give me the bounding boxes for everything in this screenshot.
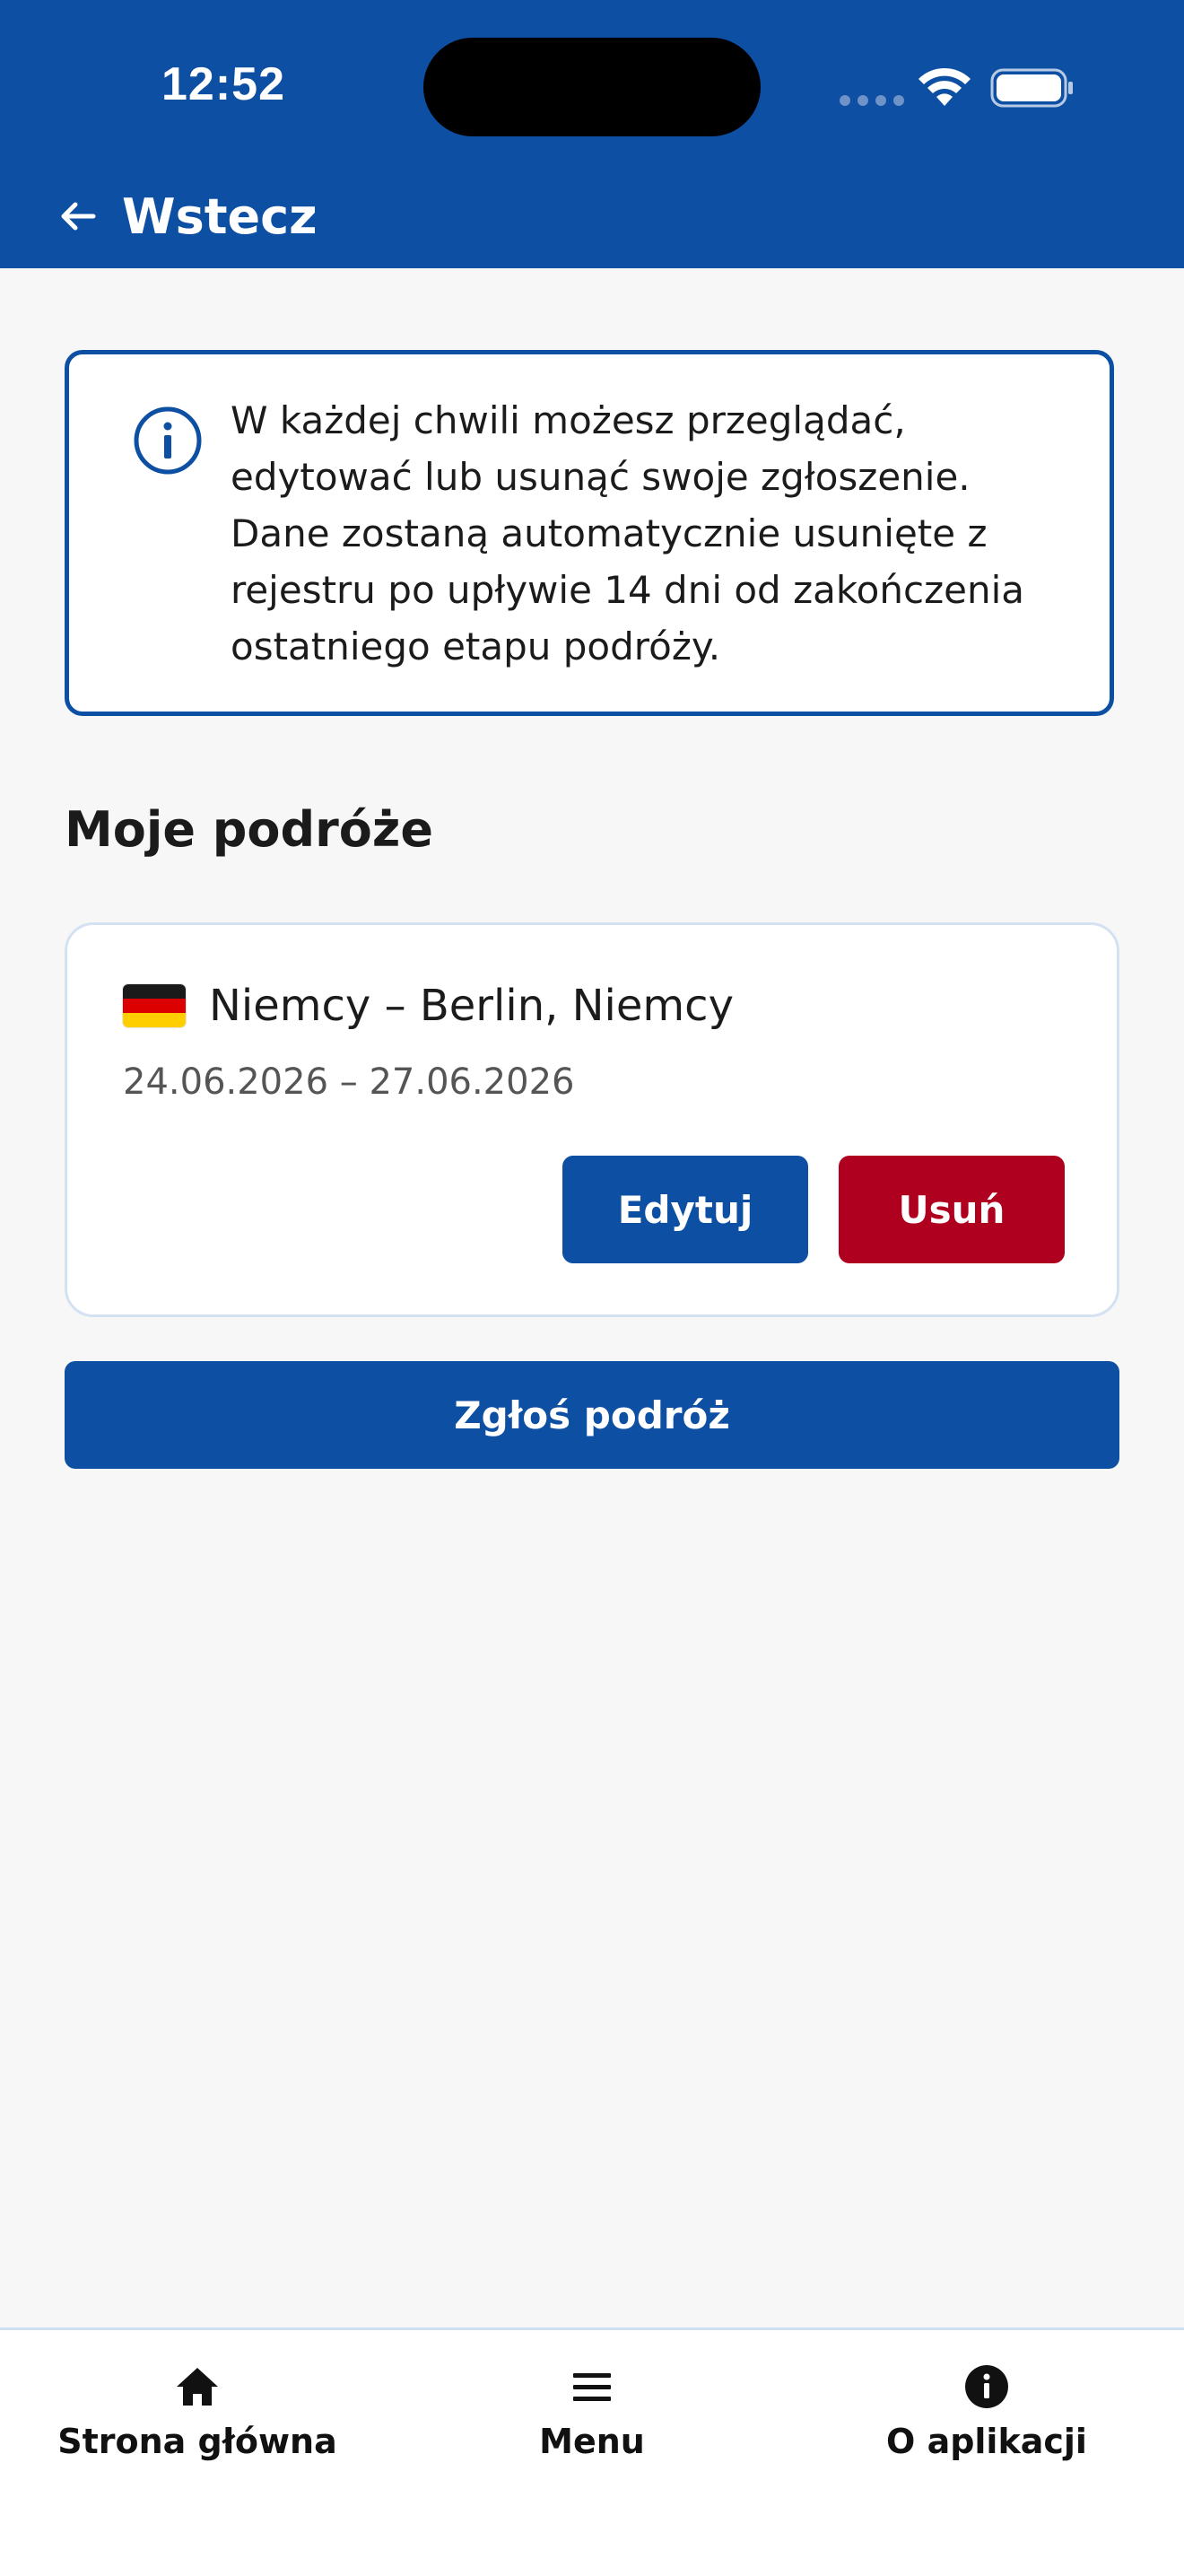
dynamic-island bbox=[423, 38, 761, 136]
nav-item-home[interactable]: Strona główna bbox=[0, 2362, 395, 2461]
nav-label-menu: Menu bbox=[539, 2422, 645, 2461]
delete-trip-button[interactable]: Usuń bbox=[839, 1156, 1065, 1263]
trip-title: Niemcy – Berlin, Niemcy bbox=[209, 981, 734, 1031]
back-button[interactable]: Wstecz bbox=[56, 185, 318, 248]
status-bar-time: 12:52 bbox=[161, 58, 285, 110]
app-header: 12:52 Wstecz bbox=[0, 0, 1184, 268]
report-trip-button[interactable]: Zgłoś podróż bbox=[65, 1361, 1119, 1469]
info-notice: W każdej chwili możesz przeglądać, edyto… bbox=[65, 350, 1114, 716]
info-notice-text: W każdej chwili możesz przeglądać, edyto… bbox=[231, 398, 1024, 668]
wifi-icon bbox=[918, 67, 971, 106]
trip-dates: 24.06.2026 – 27.06.2026 bbox=[123, 1061, 575, 1103]
edit-trip-button[interactable]: Edytuj bbox=[562, 1156, 808, 1263]
trip-card: Niemcy – Berlin, Niemcy 24.06.2026 – 27.… bbox=[65, 922, 1119, 1317]
germany-flag-icon bbox=[123, 984, 186, 1027]
battery-icon bbox=[990, 68, 1073, 108]
bottom-navigation: Strona główna Menu O aplikacji bbox=[0, 2327, 1184, 2576]
cellular-signal-icon bbox=[840, 95, 904, 106]
info-circle-icon bbox=[134, 406, 202, 475]
nav-item-about[interactable]: O aplikacji bbox=[789, 2362, 1184, 2461]
nav-label-about: O aplikacji bbox=[886, 2422, 1087, 2461]
arrow-left-icon bbox=[61, 202, 96, 231]
back-label: Wstecz bbox=[122, 188, 318, 245]
menu-icon bbox=[573, 2373, 611, 2401]
home-icon bbox=[177, 2368, 218, 2406]
nav-label-home: Strona główna bbox=[57, 2422, 337, 2461]
nav-item-menu[interactable]: Menu bbox=[395, 2362, 789, 2461]
section-title: Moje podróże bbox=[65, 801, 433, 858]
info-icon bbox=[965, 2365, 1008, 2408]
